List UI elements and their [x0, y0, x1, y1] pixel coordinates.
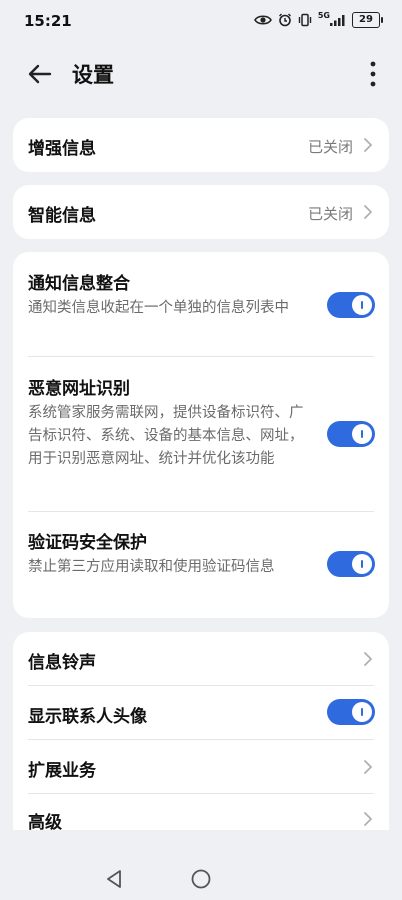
page-title: 设置	[72, 63, 114, 87]
malicious-url-toggle[interactable]	[327, 421, 375, 447]
chevron-right-icon	[364, 205, 372, 219]
chevron-right-icon	[364, 652, 372, 666]
alarm-icon	[278, 13, 292, 27]
chevron-right-icon	[364, 138, 372, 152]
list-item-contact-avatar[interactable]: 显示联系人头像	[13, 686, 389, 739]
list-item-advanced[interactable]: 高级	[13, 794, 389, 830]
smart-info-value: 已关闭	[307, 205, 353, 223]
system-nav-bar	[0, 840, 402, 900]
chevron-right-icon	[364, 760, 372, 774]
enhanced-info-value: 已关闭	[307, 138, 353, 156]
list-item-code-protection[interactable]: 验证码安全保护 禁止第三方应用读取和使用验证码信息	[13, 512, 389, 618]
list-item-malicious-url[interactable]: 恶意网址识别 系统管家服务需联网，提供设备标识符、广告标识符、系统、设备的基本信…	[13, 357, 389, 511]
setting-description: 系统管家服务需联网，提供设备标识符、广告标识符、系统、设备的基本信息、网址，用于…	[28, 405, 304, 467]
smart-info-label: 智能信息	[28, 206, 96, 226]
status-bar: 15:21 5G 29	[0, 0, 402, 44]
vibrate-icon	[298, 13, 312, 27]
setting-label: 高级	[28, 813, 62, 830]
eye-icon	[253, 14, 272, 26]
network-type: 5G	[317, 11, 330, 20]
status-time: 15:21	[24, 12, 72, 30]
smart-info-card[interactable]: 智能信息 已关闭	[13, 185, 389, 239]
notification-merge-toggle[interactable]	[327, 292, 375, 318]
setting-description: 禁止第三方应用读取和使用验证码信息	[28, 559, 275, 575]
enhanced-info-card[interactable]: 增强信息 已关闭	[13, 118, 389, 172]
setting-label: 验证码安全保护	[28, 533, 147, 553]
setting-label: 扩展业务	[28, 761, 96, 781]
battery-icon: 29	[352, 12, 383, 28]
list-item-notification-merge[interactable]: 通知信息整合 通知类信息收起在一个单独的信息列表中	[13, 252, 389, 356]
app-header: 设置	[0, 50, 402, 98]
nav-back-icon[interactable]	[104, 868, 124, 890]
notification-settings-card: 通知信息整合 通知类信息收起在一个单独的信息列表中 恶意网址识别 系统管家服务需…	[13, 252, 389, 618]
status-icons: 5G 29	[253, 11, 383, 28]
setting-description: 通知类信息收起在一个单独的信息列表中	[28, 300, 289, 316]
enhanced-info-label: 增强信息	[28, 139, 96, 159]
contact-avatar-toggle[interactable]	[327, 699, 375, 725]
signal-icon: 5G	[317, 11, 346, 26]
code-protection-toggle[interactable]	[327, 551, 375, 577]
nav-home-icon[interactable]	[190, 868, 212, 890]
setting-label: 信息铃声	[28, 653, 96, 673]
message-options-card: 信息铃声 显示联系人头像 扩展业务 高级	[13, 632, 389, 830]
setting-label: 恶意网址识别	[28, 379, 130, 399]
more-vertical-icon[interactable]	[366, 58, 380, 90]
list-item-ringtone[interactable]: 信息铃声	[13, 632, 389, 685]
setting-label: 显示联系人头像	[28, 707, 147, 727]
chevron-right-icon	[364, 812, 372, 826]
arrow-left-icon[interactable]	[26, 60, 54, 88]
list-item-extended-service[interactable]: 扩展业务	[13, 740, 389, 793]
setting-label: 通知信息整合	[28, 274, 130, 294]
